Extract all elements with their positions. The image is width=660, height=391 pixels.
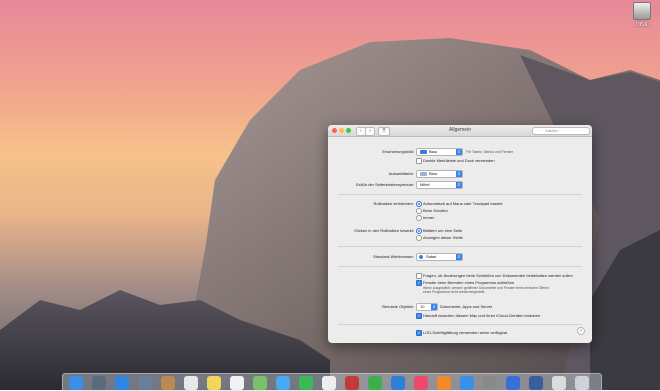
search-icon: ⌕: [549, 128, 552, 133]
dock-itunes-icon[interactable]: [414, 376, 428, 390]
chevron-updown-icon: ⇕: [456, 254, 462, 260]
highlight-value: Blau: [429, 171, 438, 176]
browser-popup[interactable]: Safari ⇕: [416, 253, 463, 261]
click-scrollbar-option-1: Anzeigen dieser Stelle: [423, 235, 463, 240]
dark-mode-label: Dunkle Menüleiste und Dock verwenden: [423, 158, 495, 163]
click-scrollbar-label: Klicken in den Rollbalken bewirkt:: [354, 228, 414, 233]
sidebar-size-popup[interactable]: Mittel ⇕: [416, 181, 463, 189]
ask-keep-changes-label: Fragen, ob Änderungen beim Schließen von…: [423, 273, 573, 278]
dock-finder-icon[interactable]: [69, 376, 83, 390]
browser-label: Standard-Webbrowser:: [372, 254, 414, 259]
click-scrollbar-option-0: Blättern um eine Seite: [423, 228, 463, 233]
scrollbars-label: Rollbalken einblenden:: [373, 201, 414, 206]
dock-photos-icon[interactable]: [322, 376, 336, 390]
dock-appstore-icon[interactable]: [460, 376, 474, 390]
highlight-popup[interactable]: Blau ⇕: [416, 170, 463, 178]
dock-ibooks-icon[interactable]: [437, 376, 451, 390]
search-field[interactable]: ⌕ Suchen: [532, 127, 590, 135]
scrollbars-option-1: Beim Scrollen: [423, 208, 448, 213]
window-titlebar: ‹ › ⠿ Allgemein ⌕ Suchen: [328, 125, 592, 137]
dock-launchpad-icon[interactable]: [92, 376, 106, 390]
help-button[interactable]: ?: [577, 327, 585, 335]
appearance-value: Blau: [429, 149, 438, 154]
scrollbars-option-1-radio[interactable]: [416, 208, 422, 214]
section-divider: [338, 266, 582, 267]
dock-system-preferences-icon[interactable]: [483, 376, 497, 390]
dock-finder-folder-icon[interactable]: [529, 376, 543, 390]
dock-calendar-icon[interactable]: [184, 376, 198, 390]
general-preferences-window: ‹ › ⠿ Allgemein ⌕ Suchen Erscheinungsbil…: [328, 125, 592, 343]
section-divider: [338, 194, 582, 195]
recent-items-label: Benutzte Objekte:: [382, 304, 414, 309]
blue-swatch-icon: [420, 150, 427, 154]
close-windows-label: Fenster beim Beenden eines Programms sch…: [423, 280, 515, 285]
dock-reminders-icon[interactable]: [230, 376, 244, 390]
handoff-checkbox[interactable]: ✓: [416, 313, 422, 319]
dock-maps-icon[interactable]: [253, 376, 267, 390]
highlight-label: Auswahlfarbe:: [388, 171, 414, 176]
recent-items-value: 10: [420, 304, 425, 309]
appearance-hint: Für Tasten, Menüs und Fenster: [466, 150, 514, 154]
search-placeholder: Suchen: [545, 128, 559, 133]
chevron-updown-icon: ⇕: [456, 182, 462, 188]
dock-contacts-icon[interactable]: [161, 376, 175, 390]
chevron-updown-icon: ⇕: [456, 171, 462, 177]
scrollbars-option-0-radio[interactable]: [416, 201, 422, 207]
dock-photo-icon[interactable]: [138, 376, 152, 390]
close-windows-note-2: eines Programms nicht wiederhergestellt.: [423, 290, 486, 294]
click-scrollbar-option-0-radio[interactable]: [416, 228, 422, 234]
lcd-smoothing-checkbox[interactable]: ✓: [416, 330, 422, 336]
hard-disk-icon: [633, 2, 651, 20]
appearance-popup[interactable]: Blau ⇕: [416, 148, 463, 156]
section-divider: [338, 324, 582, 325]
safari-icon: [419, 255, 423, 259]
dock-notes-icon[interactable]: [207, 376, 221, 390]
appearance-label: Erscheinungsbild:: [382, 149, 414, 154]
click-scrollbar-option-1-radio[interactable]: [416, 235, 422, 241]
dock: [62, 373, 602, 391]
dock-downloads-icon[interactable]: [552, 376, 566, 390]
recent-items-popup[interactable]: 10 ⇕: [416, 303, 438, 311]
dock-facetime-icon[interactable]: [299, 376, 313, 390]
dark-mode-checkbox[interactable]: [416, 158, 422, 164]
dock-photobooth-icon[interactable]: [345, 376, 359, 390]
dock-numbers-icon[interactable]: [368, 376, 382, 390]
highlight-swatch-icon: [420, 172, 427, 176]
scrollbars-option-2: Immer: [423, 215, 435, 220]
scrollbars-option-2-radio[interactable]: [416, 215, 422, 221]
sidebar-size-label: Größe der Seitenleistensymbole:: [355, 182, 414, 187]
dock-keynote-icon[interactable]: [391, 376, 405, 390]
dock-safari-icon[interactable]: [115, 376, 129, 390]
dock-trash-icon[interactable]: [575, 376, 589, 390]
desktop-disk-icon[interactable]: DISK: [629, 0, 655, 28]
browser-value: Safari: [426, 254, 437, 259]
handoff-label: Handoff zwischen diesem Mac und Ihren iC…: [423, 313, 541, 318]
chevron-updown-icon: ⇕: [456, 149, 462, 155]
scrollbars-option-0: Automatisch auf Maus oder Trackpad basie…: [423, 201, 503, 206]
dock-network-icon[interactable]: [506, 376, 520, 390]
disk-label: DISK: [636, 22, 648, 28]
sidebar-size-value: Mittel: [420, 182, 430, 187]
dock-messages-icon[interactable]: [276, 376, 290, 390]
section-divider: [338, 246, 582, 247]
lcd-smoothing-label: LCD-Schriftglättung verwenden wenn verfü…: [423, 330, 508, 335]
ask-keep-changes-checkbox[interactable]: [416, 273, 422, 279]
chevron-updown-icon: ⇕: [431, 304, 437, 310]
recent-items-suffix: Dokumente, Apps und Server: [440, 304, 493, 309]
close-windows-checkbox[interactable]: ✓: [416, 280, 422, 286]
